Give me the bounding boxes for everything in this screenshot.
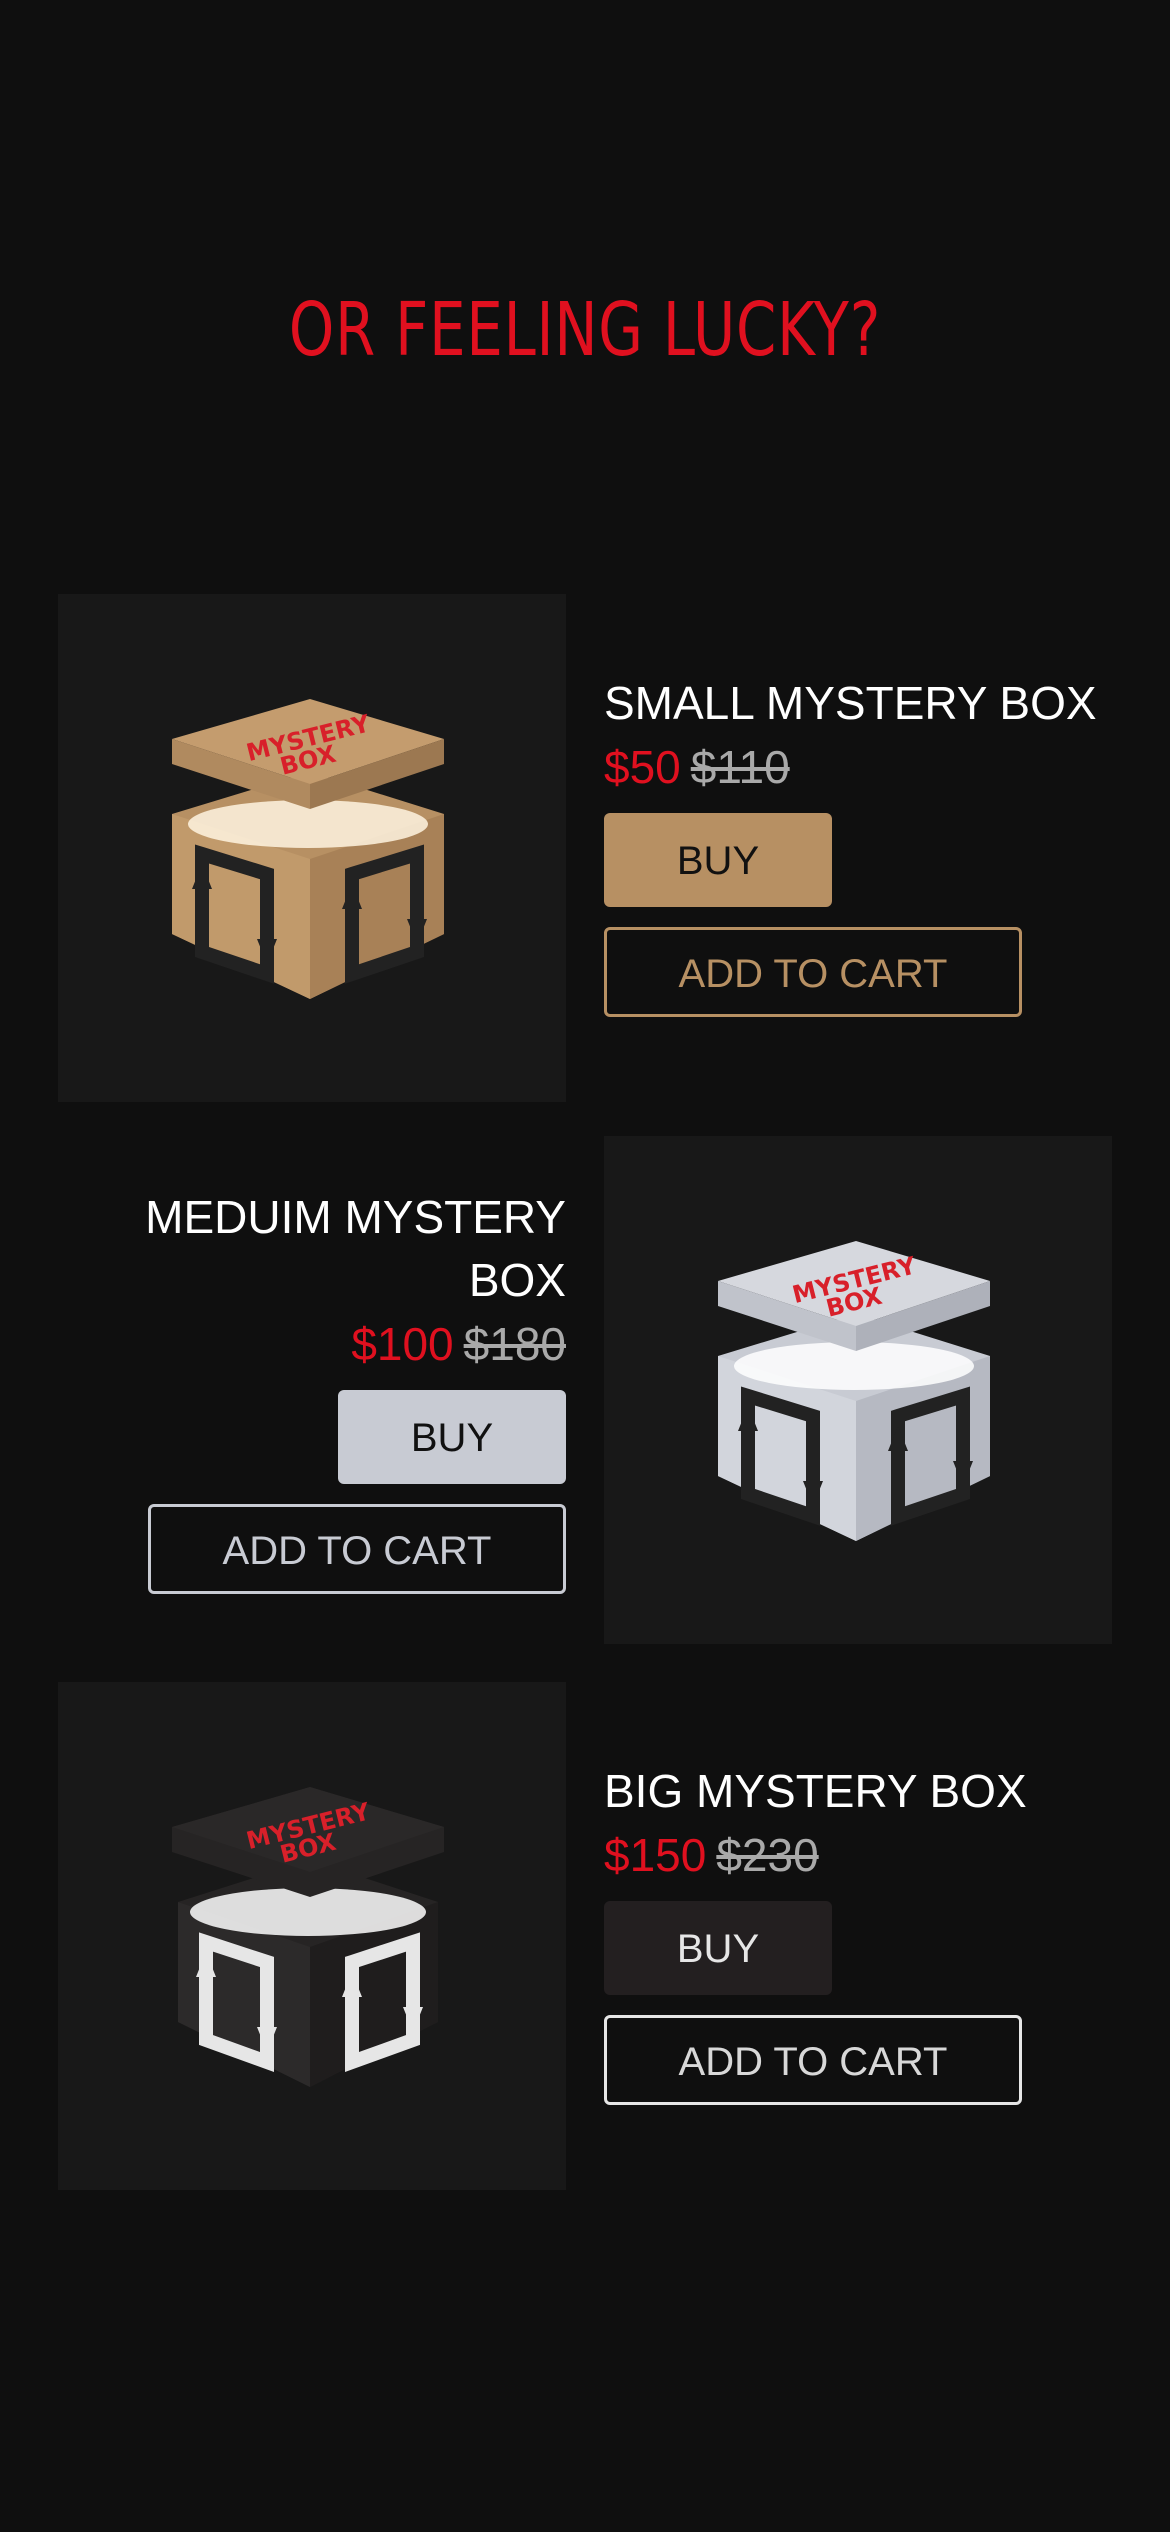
add-to-cart-button[interactable]: ADD TO CART: [148, 1504, 566, 1594]
original-price: $230: [716, 1829, 819, 1881]
price-row: $150 $230: [604, 1825, 1027, 1885]
add-to-cart-button[interactable]: ADD TO CART: [604, 927, 1022, 1017]
product-title: MEDUIM MYSTERY BOX: [80, 1186, 566, 1312]
buy-button[interactable]: BUY: [338, 1390, 566, 1484]
product-title-line1: MEDUIM MYSTERY: [145, 1191, 566, 1243]
small-box-info: SMALL MYSTERY BOX $50 $110 BUY ADD TO CAR…: [604, 672, 1097, 1017]
small-box-image[interactable]: MYSTERY BOX: [58, 594, 566, 1102]
section-headline: OR FEELING LUCKY?: [288, 287, 882, 373]
product-title: SMALL MYSTERY BOX: [604, 677, 1097, 729]
current-price: $100: [351, 1318, 454, 1370]
current-price: $50: [604, 741, 681, 793]
price-row: $50 $110: [604, 737, 1097, 797]
small-mystery-box-icon: MYSTERY BOX: [172, 699, 444, 999]
buy-button[interactable]: BUY: [604, 813, 832, 907]
big-mystery-box-icon: MYSTERY BOX: [172, 1787, 444, 2087]
original-price: $180: [463, 1318, 566, 1370]
product-title-line2: BOX: [468, 1254, 566, 1306]
medium-box-image[interactable]: MYSTERY BOX: [604, 1136, 1112, 1644]
medium-box-info: MEDUIM MYSTERY BOX $100 $180 BUY ADD TO CA…: [80, 1186, 566, 1594]
add-to-cart-button[interactable]: ADD TO CART: [604, 2015, 1022, 2105]
price-row: $100 $180: [80, 1314, 566, 1374]
buy-button[interactable]: BUY: [604, 1901, 832, 1995]
big-box-info: BIG MYSTERY BOX $150 $230 BUY ADD TO CART: [604, 1760, 1027, 2105]
product-title: BIG MYSTERY BOX: [604, 1765, 1027, 1817]
original-price: $110: [690, 741, 790, 793]
medium-mystery-box-icon: MYSTERY BOX: [718, 1241, 990, 1541]
current-price: $150: [604, 1829, 707, 1881]
big-box-image[interactable]: MYSTERY BOX: [58, 1682, 566, 2190]
